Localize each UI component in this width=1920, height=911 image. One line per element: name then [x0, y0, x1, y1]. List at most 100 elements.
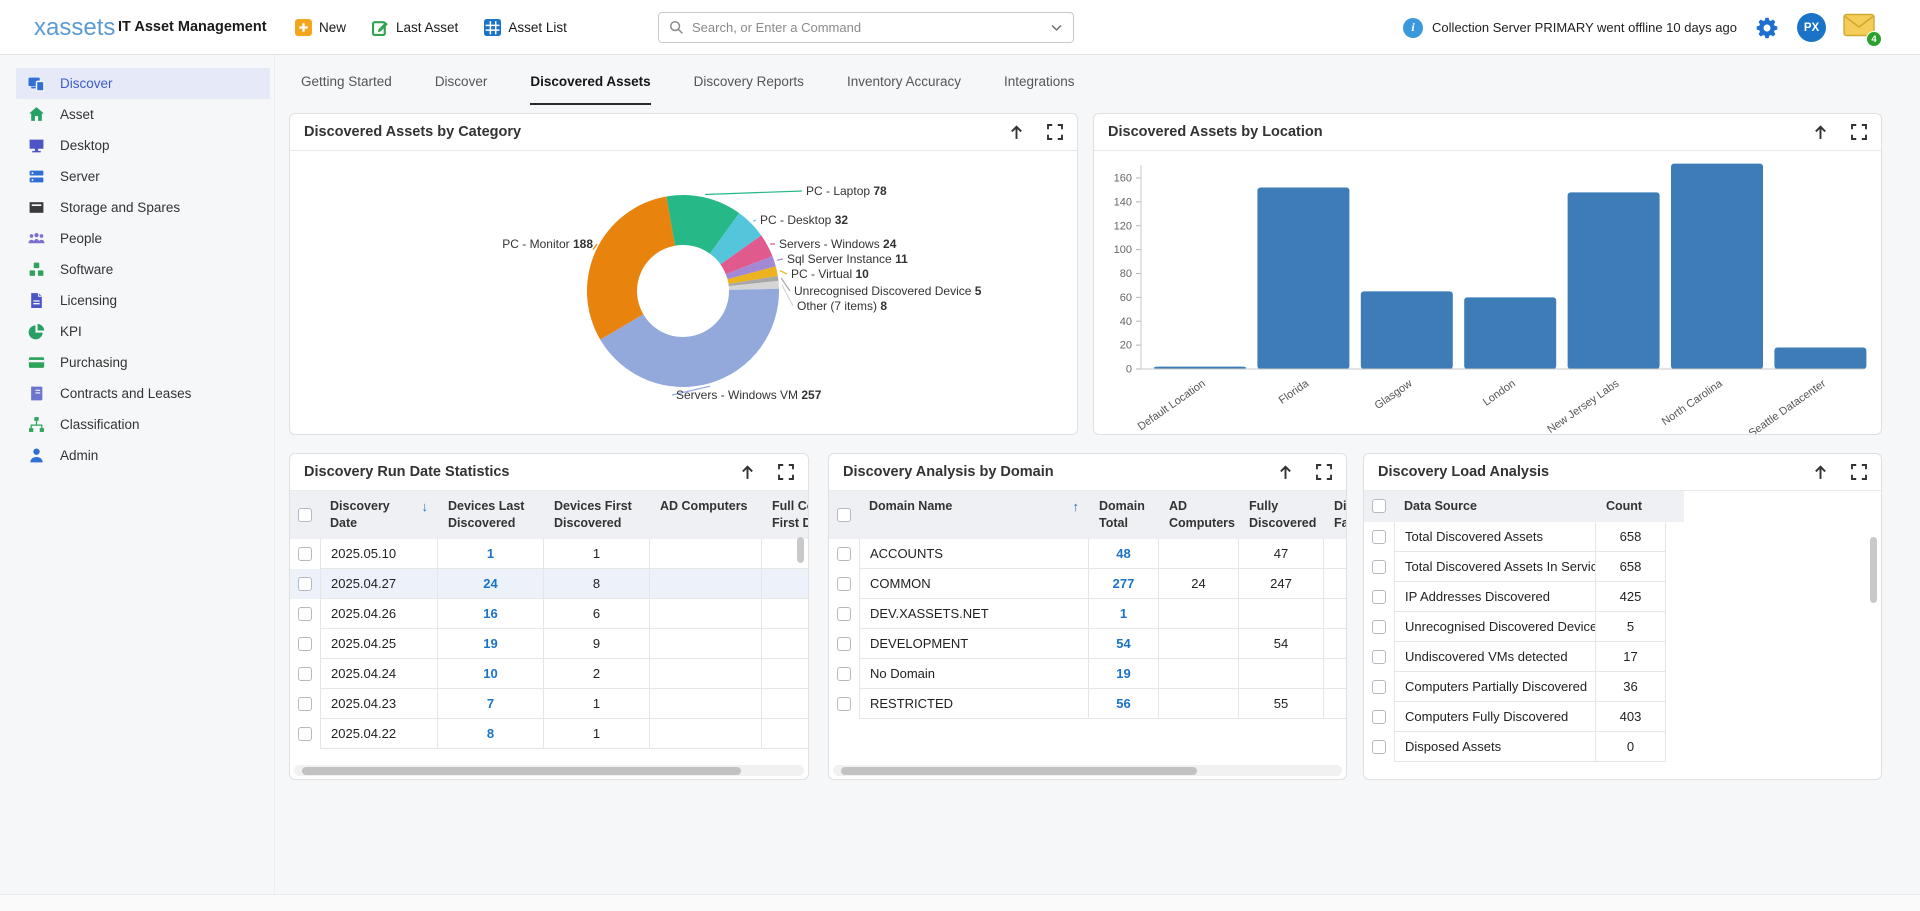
cell-value[interactable]: 10 [438, 659, 544, 689]
table-row[interactable]: Undiscovered VMs detected17 [1364, 642, 1881, 672]
column-header-devices-last-discovered[interactable]: Devices Last Discovered [438, 491, 544, 539]
table-row[interactable]: 2025.04.2371 [290, 689, 808, 719]
bar-new-jersey-labs[interactable] [1568, 192, 1660, 369]
table-row[interactable]: No Domain19 [829, 659, 1346, 689]
sidebar-item-purchasing[interactable]: Purchasing [16, 347, 270, 378]
cell-value[interactable]: 1 [438, 539, 544, 569]
asset-list-button[interactable]: Asset List [484, 19, 567, 36]
row-checkbox[interactable] [1372, 710, 1386, 724]
sidebar-item-discover[interactable]: Discover [16, 68, 270, 99]
up-arrow-icon[interactable] [1008, 124, 1025, 141]
row-checkbox[interactable] [837, 667, 851, 681]
new-button[interactable]: New [295, 19, 346, 36]
table-row[interactable]: DEVELOPMENT5454 [829, 629, 1346, 659]
table-row[interactable]: 2025.05.1011 [290, 539, 808, 569]
table-row[interactable]: 2025.04.24102 [290, 659, 808, 689]
tab-discovered-assets[interactable]: Discovered Assets [530, 55, 650, 105]
sidebar-item-people[interactable]: People [16, 223, 270, 254]
expand-icon[interactable] [1316, 464, 1332, 480]
table-row[interactable]: Computers Fully Discovered403 [1364, 702, 1881, 732]
expand-icon[interactable] [1047, 124, 1063, 140]
tab-discovery-reports[interactable]: Discovery Reports [694, 55, 804, 105]
server-notification[interactable]: i Collection Server PRIMARY went offline… [1403, 18, 1737, 38]
cell-value[interactable]: 56 [1089, 689, 1159, 719]
column-header-count[interactable]: Count [1596, 491, 1666, 522]
sidebar-item-asset[interactable]: Asset [16, 99, 270, 130]
cell-value[interactable]: 48 [1089, 539, 1159, 569]
bar-london[interactable] [1464, 297, 1556, 369]
up-arrow-icon[interactable] [1812, 124, 1829, 141]
row-checkbox[interactable] [1372, 590, 1386, 604]
sidebar-item-desktop[interactable]: Desktop [16, 130, 270, 161]
row-checkbox[interactable] [837, 697, 851, 711]
row-checkbox[interactable] [1372, 650, 1386, 664]
search-input[interactable] [692, 20, 1050, 35]
table-row[interactable]: DEV.XASSETS.NET1 [829, 599, 1346, 629]
row-checkbox[interactable] [837, 547, 851, 561]
donut-slice-pc-monitor[interactable] [587, 196, 675, 339]
cell-value[interactable]: 1 [1089, 599, 1159, 629]
bar-glasgow[interactable] [1361, 291, 1453, 369]
table-row[interactable]: Disposed Assets0 [1364, 732, 1881, 762]
column-header-data-source[interactable]: Data Source [1394, 491, 1596, 522]
table-row[interactable]: IP Addresses Discovered425 [1364, 582, 1881, 612]
sidebar-item-software[interactable]: Software [16, 254, 270, 285]
sidebar-item-server[interactable]: Server [16, 161, 270, 192]
row-checkbox[interactable] [1372, 740, 1386, 754]
vertical-scrollbar[interactable] [1870, 491, 1879, 763]
up-arrow-icon[interactable] [739, 464, 756, 481]
row-checkbox[interactable] [1372, 620, 1386, 634]
table-row[interactable]: RESTRICTED5655 [829, 689, 1346, 719]
column-header-fully-discovered[interactable]: Fully Discovered [1239, 491, 1324, 539]
chevron-down-icon[interactable] [1050, 21, 1063, 34]
sidebar-item-contracts-and-leases[interactable]: Contracts and Leases [16, 378, 270, 409]
cell-value[interactable]: 54 [1089, 629, 1159, 659]
table-row[interactable]: Total Discovered Assets In Service658 [1364, 552, 1881, 582]
bar-north-carolina[interactable] [1671, 164, 1763, 369]
table-row[interactable]: Total Discovered Assets658 [1364, 522, 1881, 552]
sidebar-item-admin[interactable]: Admin [16, 440, 270, 471]
select-all-checkbox[interactable] [837, 508, 851, 522]
gear-icon[interactable] [1754, 15, 1780, 41]
row-checkbox[interactable] [837, 637, 851, 651]
column-header-discovery-date[interactable]: Discovery Date↓ [320, 491, 438, 539]
tab-inventory-accuracy[interactable]: Inventory Accuracy [847, 55, 961, 105]
column-header-domain-total[interactable]: Domain Total [1089, 491, 1159, 539]
row-checkbox[interactable] [837, 607, 851, 621]
xassets-logo[interactable]: xassets [34, 14, 115, 42]
row-checkbox[interactable] [298, 667, 312, 681]
row-checkbox[interactable] [298, 607, 312, 621]
table-row[interactable]: COMMON27724247 [829, 569, 1346, 599]
messages-button[interactable]: 4 [1843, 13, 1875, 42]
cell-value[interactable]: 8 [438, 719, 544, 749]
column-header-devices-first-discovered[interactable]: Devices First Discovered [544, 491, 650, 539]
bar-seattle-datacenter[interactable] [1774, 348, 1866, 369]
table-row[interactable]: Computers Partially Discovered36 [1364, 672, 1881, 702]
column-header-domain-name[interactable]: Domain Name↑ [859, 491, 1089, 539]
bar-florida[interactable] [1257, 188, 1349, 369]
table-row[interactable]: 2025.04.26166 [290, 599, 808, 629]
command-search[interactable] [658, 12, 1074, 43]
sidebar-item-licensing[interactable]: Licensing [16, 285, 270, 316]
cell-value[interactable]: 19 [1089, 659, 1159, 689]
cell-value[interactable]: 16 [438, 599, 544, 629]
tab-integrations[interactable]: Integrations [1004, 55, 1075, 105]
column-header-ad-computers[interactable]: AD Computers [1159, 491, 1239, 539]
row-checkbox[interactable] [837, 577, 851, 591]
horizontal-scrollbar[interactable] [294, 765, 804, 776]
sidebar-item-classification[interactable]: Classification [16, 409, 270, 440]
expand-icon[interactable] [778, 464, 794, 480]
user-avatar[interactable]: PX [1797, 13, 1826, 42]
row-checkbox[interactable] [298, 547, 312, 561]
vertical-scrollbar[interactable] [797, 491, 806, 763]
row-checkbox[interactable] [298, 727, 312, 741]
row-checkbox[interactable] [1372, 530, 1386, 544]
table-row[interactable]: 2025.04.27248 [290, 569, 808, 599]
last-asset-button[interactable]: Last Asset [372, 19, 458, 36]
row-checkbox[interactable] [298, 577, 312, 591]
column-header-dis-fail[interactable]: Dis Fail [1324, 491, 1346, 539]
cell-value[interactable]: 7 [438, 689, 544, 719]
row-checkbox[interactable] [298, 637, 312, 651]
up-arrow-icon[interactable] [1812, 464, 1829, 481]
select-all-checkbox[interactable] [1372, 499, 1386, 513]
